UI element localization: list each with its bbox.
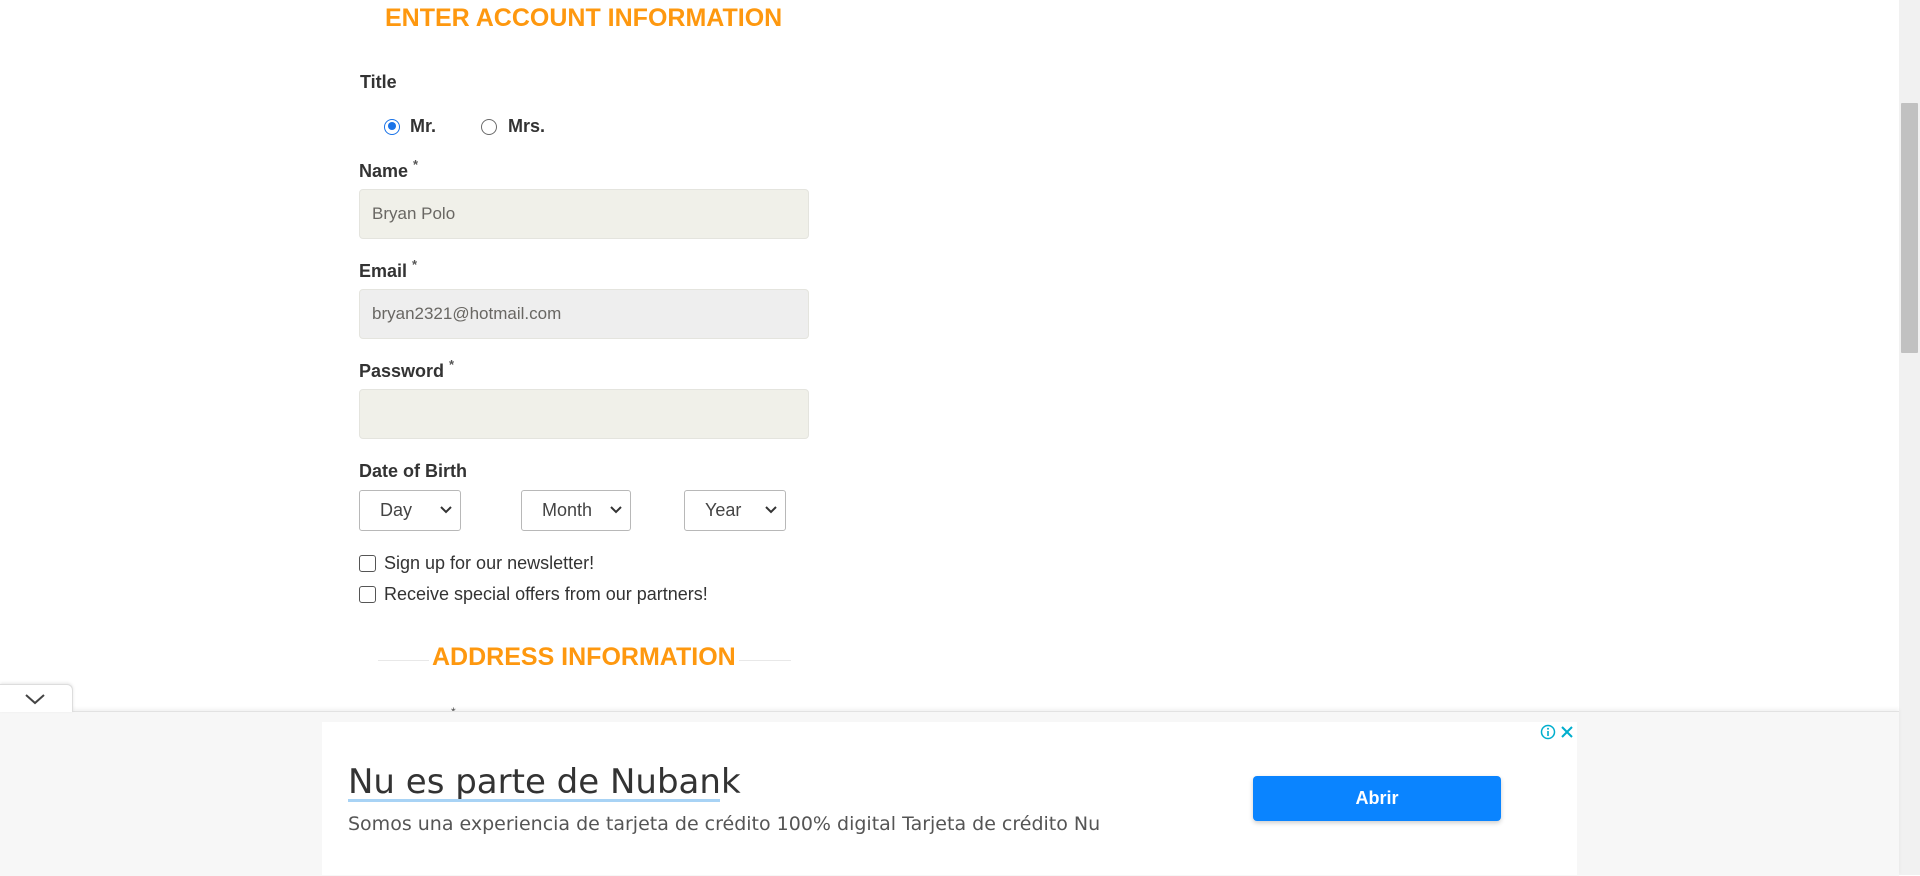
ad-open-button[interactable]: Abrir — [1253, 776, 1501, 821]
radio-mr[interactable]: Mr. — [384, 116, 436, 137]
password-label: Password * — [359, 357, 454, 382]
dob-month-select[interactable]: Month — [521, 490, 631, 531]
radio-mrs[interactable]: Mrs. — [481, 116, 545, 137]
dob-month-value: Month — [542, 500, 593, 520]
chevron-down-icon — [25, 694, 45, 705]
radio-mrs-label: Mrs. — [508, 116, 546, 136]
dob-label: Date of Birth — [359, 461, 467, 481]
dob-day-select[interactable]: Day — [359, 490, 461, 531]
chevron-down-icon — [765, 491, 777, 545]
scrollbar-track[interactable] — [1899, 0, 1920, 875]
name-field[interactable]: Bryan Polo — [359, 189, 809, 239]
dob-day-value: Day — [380, 500, 413, 520]
offers-label: Receive special offers from our partners… — [384, 584, 708, 604]
email-field[interactable]: bryan2321@hotmail.com — [359, 289, 809, 339]
name-label-text: Name — [359, 161, 409, 181]
ad-collapse-tab[interactable] — [0, 684, 73, 712]
account-info-heading: ENTER ACCOUNT INFORMATION — [385, 4, 783, 32]
email-required-mark: * — [412, 257, 418, 272]
radio-mr-label: Mr. — [410, 116, 437, 136]
password-field[interactable] — [359, 389, 809, 439]
newsletter-row[interactable]: Sign up for our newsletter! — [359, 553, 594, 574]
title-label: Title — [360, 72, 397, 92]
ad-title[interactable]: Nu es parte de Nubank — [348, 762, 741, 802]
email-label-text: Email — [359, 261, 408, 281]
newsletter-checkbox[interactable] — [359, 555, 376, 572]
newsletter-label: Sign up for our newsletter! — [384, 553, 595, 573]
ad-description: Somos una experiencia de tarjeta de créd… — [348, 813, 1101, 835]
ad-title-underline — [348, 799, 720, 802]
name-required-mark: * — [413, 157, 419, 172]
email-label: Email * — [359, 257, 417, 282]
offers-row[interactable]: Receive special offers from our partners… — [359, 584, 708, 605]
scrollbar-thumb[interactable] — [1901, 103, 1918, 353]
address-info-heading: ADDRESS INFORMATION — [429, 643, 739, 672]
info-icon[interactable] — [1540, 724, 1556, 745]
chevron-down-icon — [610, 491, 622, 545]
dob-year-select[interactable]: Year — [684, 490, 786, 531]
chevron-down-icon — [440, 491, 452, 545]
password-label-text: Password — [359, 361, 445, 381]
offers-checkbox[interactable] — [359, 586, 376, 603]
dob-year-value: Year — [705, 500, 742, 520]
radio-mr-circle[interactable] — [384, 118, 400, 135]
name-label: Name * — [359, 157, 418, 182]
radio-mrs-circle[interactable] — [481, 118, 497, 135]
close-icon[interactable] — [1560, 725, 1574, 744]
password-required-mark: * — [449, 357, 455, 372]
